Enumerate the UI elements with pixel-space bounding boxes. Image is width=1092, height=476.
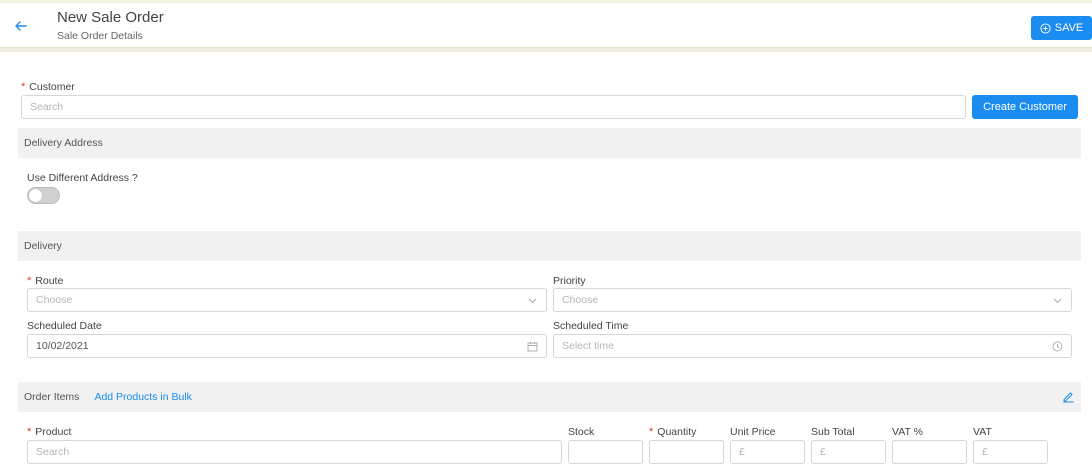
route-select[interactable]: Choose [27,288,547,312]
customer-label: * Customer [21,81,75,93]
header-divider [0,47,1092,52]
section-order-items: Order Items Add Products in Bulk [18,382,1081,412]
arrow-left-icon[interactable] [12,17,30,35]
use-different-address-toggle[interactable] [27,187,60,204]
create-customer-button[interactable]: Create Customer [972,95,1078,119]
scheduled-date-label: Scheduled Date [27,320,102,332]
required-mark: * [21,81,26,93]
section-title: Delivery [24,240,62,252]
stock-input[interactable] [568,440,643,464]
priority-label: Priority [553,275,586,287]
scheduled-time-label: Scheduled Time [553,320,629,332]
unit-price-input[interactable] [730,440,805,464]
page-header: New Sale Order Sale Order Details SAVE [0,3,1092,47]
vat-input[interactable] [973,440,1048,464]
scheduled-date-value: 10/02/2021 [36,340,89,352]
section-delivery-address: Delivery Address [18,128,1081,158]
section-title: Order Items [24,391,80,403]
stock-column-header: Stock [568,426,595,438]
priority-placeholder: Choose [562,294,599,306]
section-delivery: Delivery [18,231,1081,261]
route-placeholder: Choose [36,294,73,306]
toggle-knob [29,189,42,202]
calendar-icon [527,342,538,352]
vat-column-header: VAT [973,426,992,438]
customer-search-input[interactable] [21,95,966,119]
scheduled-time-picker[interactable]: Select time [553,334,1072,358]
required-mark: * [27,275,32,287]
use-different-address-label: Use Different Address ? [27,172,138,184]
section-title: Delivery Address [24,137,103,149]
save-button[interactable]: SAVE [1031,16,1092,40]
sub-total-input[interactable] [811,440,886,464]
page-subtitle: Sale Order Details [57,30,143,42]
chevron-down-icon [1053,298,1062,304]
priority-select[interactable]: Choose [553,288,1072,312]
product-search-input[interactable] [27,440,562,464]
unit-price-column-header: Unit Price [730,426,776,438]
add-products-bulk-link[interactable]: Add Products in Bulk [94,391,191,403]
required-mark: * [27,426,32,438]
save-plus-icon [1040,22,1051,34]
product-column-header: * Product [27,426,72,438]
route-label: * Route [27,275,64,287]
edit-pencil-icon[interactable] [1062,390,1075,403]
sub-total-column-header: Sub Total [811,426,855,438]
scheduled-time-placeholder: Select time [562,340,614,352]
vat-percent-input[interactable] [892,440,967,464]
required-mark: * [649,426,654,438]
clock-icon [1052,341,1063,352]
chevron-down-icon [528,298,537,304]
vat-percent-column-header: VAT % [892,426,923,438]
page-title: New Sale Order [57,9,164,26]
scheduled-date-picker[interactable]: 10/02/2021 [27,334,547,358]
quantity-input[interactable] [649,440,724,464]
quantity-column-header: * Quantity [649,426,697,438]
save-label: SAVE [1054,22,1084,34]
